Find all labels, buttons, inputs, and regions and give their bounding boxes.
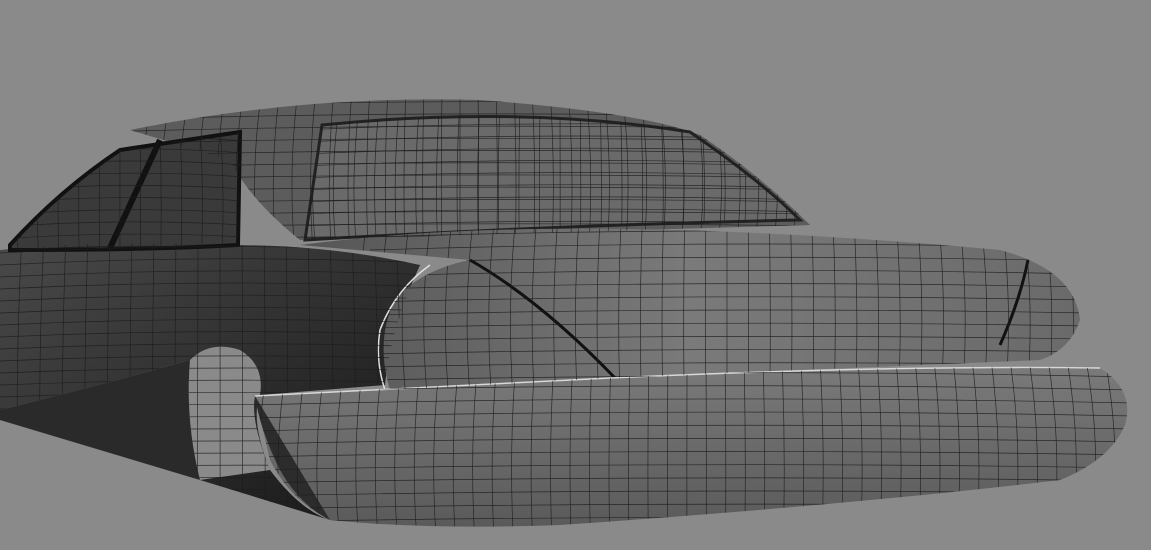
mesh-edge xyxy=(820,90,834,245)
car-model-render[interactable] xyxy=(0,0,1151,550)
mesh-edge xyxy=(100,89,820,96)
rear-bumper xyxy=(255,367,1128,527)
mesh-edge xyxy=(1123,367,1128,527)
3d-viewport[interactable] xyxy=(0,0,1151,550)
mesh-edge xyxy=(1084,205,1095,395)
mesh-edge xyxy=(0,526,430,529)
mesh-edge xyxy=(250,530,1135,535)
